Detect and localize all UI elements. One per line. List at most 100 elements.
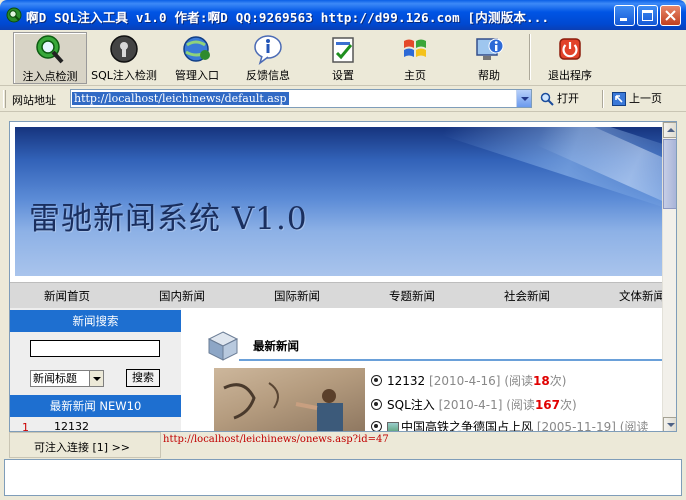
open-button[interactable]: 打开 xyxy=(540,90,579,108)
search-button[interactable]: 搜索 xyxy=(126,369,160,387)
toolbar-item-label: 设置 xyxy=(332,69,354,82)
injectable-url[interactable]: http://localhost/leichinews/onews.asp?id… xyxy=(163,434,389,445)
help-monitor-icon xyxy=(476,38,504,60)
nav-link-home[interactable]: 新闻首页 xyxy=(44,288,90,304)
globe-ie-icon xyxy=(183,36,210,62)
url-text: http://localhost/leichinews/default.asp xyxy=(72,92,289,105)
toolbar-item-label: 注入点检测 xyxy=(22,70,78,83)
news-item[interactable]: 中国高铁之争德国占上风 [2005-11-19] (阅读 xyxy=(371,418,649,432)
news-read-prefix: (阅读 xyxy=(504,374,533,388)
maximize-icon xyxy=(642,10,653,21)
exit-button[interactable]: 退出程序 xyxy=(538,32,602,84)
toolbar-grip[interactable] xyxy=(3,90,6,108)
section-divider xyxy=(239,359,662,361)
nav-link-international[interactable]: 国际新闻 xyxy=(274,288,320,304)
injectable-links-tab[interactable]: 可注入连接 [1] >> xyxy=(9,432,161,458)
news-read-suffix: 次) xyxy=(549,374,567,388)
address-separator xyxy=(602,90,604,108)
list-item[interactable]: 1 12132 xyxy=(10,420,181,432)
address-label: 网站地址 xyxy=(12,94,56,107)
close-button[interactable] xyxy=(660,5,681,26)
image-icon xyxy=(387,422,399,431)
app-icon xyxy=(6,7,22,23)
admin-entry-button[interactable]: 管理入口 xyxy=(164,32,230,84)
back-button[interactable]: 上一页 xyxy=(612,90,662,108)
list-item-number: 1 xyxy=(22,421,29,432)
news-read-prefix: (阅读 xyxy=(506,398,535,412)
news-title: 中国高铁之争德国占上风 xyxy=(401,420,534,432)
scroll-down-button[interactable] xyxy=(663,417,676,431)
toolbar-item-label: 退出程序 xyxy=(548,69,592,82)
nav-link-special[interactable]: 专题新闻 xyxy=(389,288,435,304)
news-date: [2010-4-1] xyxy=(438,398,503,412)
news-read-count: 18 xyxy=(533,374,550,388)
news-date: [2010-4-16] xyxy=(429,374,501,388)
homepage-button[interactable]: 主页 xyxy=(382,32,448,84)
magnifier-globe-icon xyxy=(36,35,64,64)
nav-link-culture-sports[interactable]: 文体新闻 xyxy=(619,288,665,304)
news-photo-illustration xyxy=(223,382,343,431)
chevron-down-icon xyxy=(89,371,103,386)
sql-injection-detect-button[interactable]: SQL注入检测 xyxy=(88,32,160,84)
bullet-icon xyxy=(371,375,382,386)
search-icon xyxy=(540,92,554,106)
latest-news-title: 最新新闻 NEW10 xyxy=(10,395,181,417)
close-icon xyxy=(665,10,676,21)
news-read-count: 167 xyxy=(534,398,560,412)
section-title: 最新新闻 xyxy=(253,339,299,353)
scroll-thumb[interactable] xyxy=(663,139,676,209)
address-bar: 网站地址 http://localhost/leichinews/default… xyxy=(0,86,686,112)
news-search-input[interactable] xyxy=(30,340,160,357)
back-arrow-icon xyxy=(612,92,626,106)
minimize-button[interactable] xyxy=(614,5,635,26)
toolbar-item-label: SQL注入检测 xyxy=(91,69,157,82)
main-toolbar: 注入点检测 SQL注入检测 管理入口 反馈信息 设置 主页 帮助 退出程序 xyxy=(0,30,686,86)
injectable-links-label: 可注入连接 [1] >> xyxy=(34,441,131,454)
feedback-button[interactable]: 反馈信息 xyxy=(234,32,302,84)
search-field-value: 新闻标题 xyxy=(33,372,77,385)
cube-icon xyxy=(207,331,239,361)
toolbar-item-label: 反馈信息 xyxy=(246,69,290,82)
title-bar[interactable]: 啊D SQL注入工具 v1.0 作者:啊D QQ:9269563 http://… xyxy=(0,0,686,30)
news-read-suffix: 次) xyxy=(560,398,577,412)
info-balloon-icon xyxy=(254,35,282,65)
toolbar-separator xyxy=(529,34,531,80)
toolbar-item-label: 帮助 xyxy=(478,69,500,82)
open-label: 打开 xyxy=(557,92,579,105)
search-section-title: 新闻搜索 xyxy=(10,310,181,332)
power-icon xyxy=(559,38,581,60)
site-nav: 新闻首页 国内新闻 国际新闻 专题新闻 社会新闻 文体新闻 xyxy=(10,282,665,308)
nav-link-society[interactable]: 社会新闻 xyxy=(504,288,550,304)
injection-point-detect-button[interactable]: 注入点检测 xyxy=(13,32,87,84)
news-item[interactable]: 12132 [2010-4-16] (阅读18次) xyxy=(371,372,566,389)
keyhole-icon xyxy=(110,35,138,63)
site-sidebar: 新闻搜索 新闻标题 搜索 最新新闻 NEW10 1 12132 xyxy=(10,308,181,432)
minimize-icon xyxy=(620,18,627,21)
main-content: 最新新闻 12132 [2010-4-16] (阅读18次) SQL注入 [20… xyxy=(181,308,662,432)
site-title: 雷驰新闻系统 V1.0 xyxy=(29,201,308,237)
vertical-scrollbar[interactable] xyxy=(662,122,676,431)
bullet-icon xyxy=(371,399,382,410)
web-browser-panel[interactable]: 雷驰新闻系统 V1.0 新闻首页 国内新闻 国际新闻 专题新闻 社会新闻 文体新… xyxy=(9,121,677,432)
toolbar-item-label: 管理入口 xyxy=(175,69,219,82)
toolbar-item-label: 主页 xyxy=(404,69,426,82)
list-item-title: 12132 xyxy=(54,420,89,432)
maximize-button[interactable] xyxy=(637,5,658,26)
help-button[interactable]: 帮助 xyxy=(456,32,522,84)
news-title: 12132 xyxy=(387,374,426,388)
back-label: 上一页 xyxy=(629,92,662,105)
news-item[interactable]: SQL注入 [2010-4-1] (阅读167次) xyxy=(371,396,577,413)
news-photo[interactable] xyxy=(214,368,365,431)
url-dropdown-button[interactable] xyxy=(516,90,531,107)
settings-button[interactable]: 设置 xyxy=(310,32,376,84)
app-window: 啊D SQL注入工具 v1.0 作者:啊D QQ:9269563 http://… xyxy=(0,0,686,500)
news-title: SQL注入 xyxy=(387,398,435,412)
result-list-area[interactable] xyxy=(4,459,682,496)
site-banner: 雷驰新闻系统 V1.0 xyxy=(15,127,662,276)
bullet-icon xyxy=(371,421,382,431)
search-field-select[interactable]: 新闻标题 xyxy=(30,370,104,387)
url-input[interactable]: http://localhost/leichinews/default.asp xyxy=(70,89,532,108)
nav-link-domestic[interactable]: 国内新闻 xyxy=(159,288,205,304)
news-read-prefix: (阅读 xyxy=(619,420,649,432)
scroll-up-button[interactable] xyxy=(663,122,676,138)
